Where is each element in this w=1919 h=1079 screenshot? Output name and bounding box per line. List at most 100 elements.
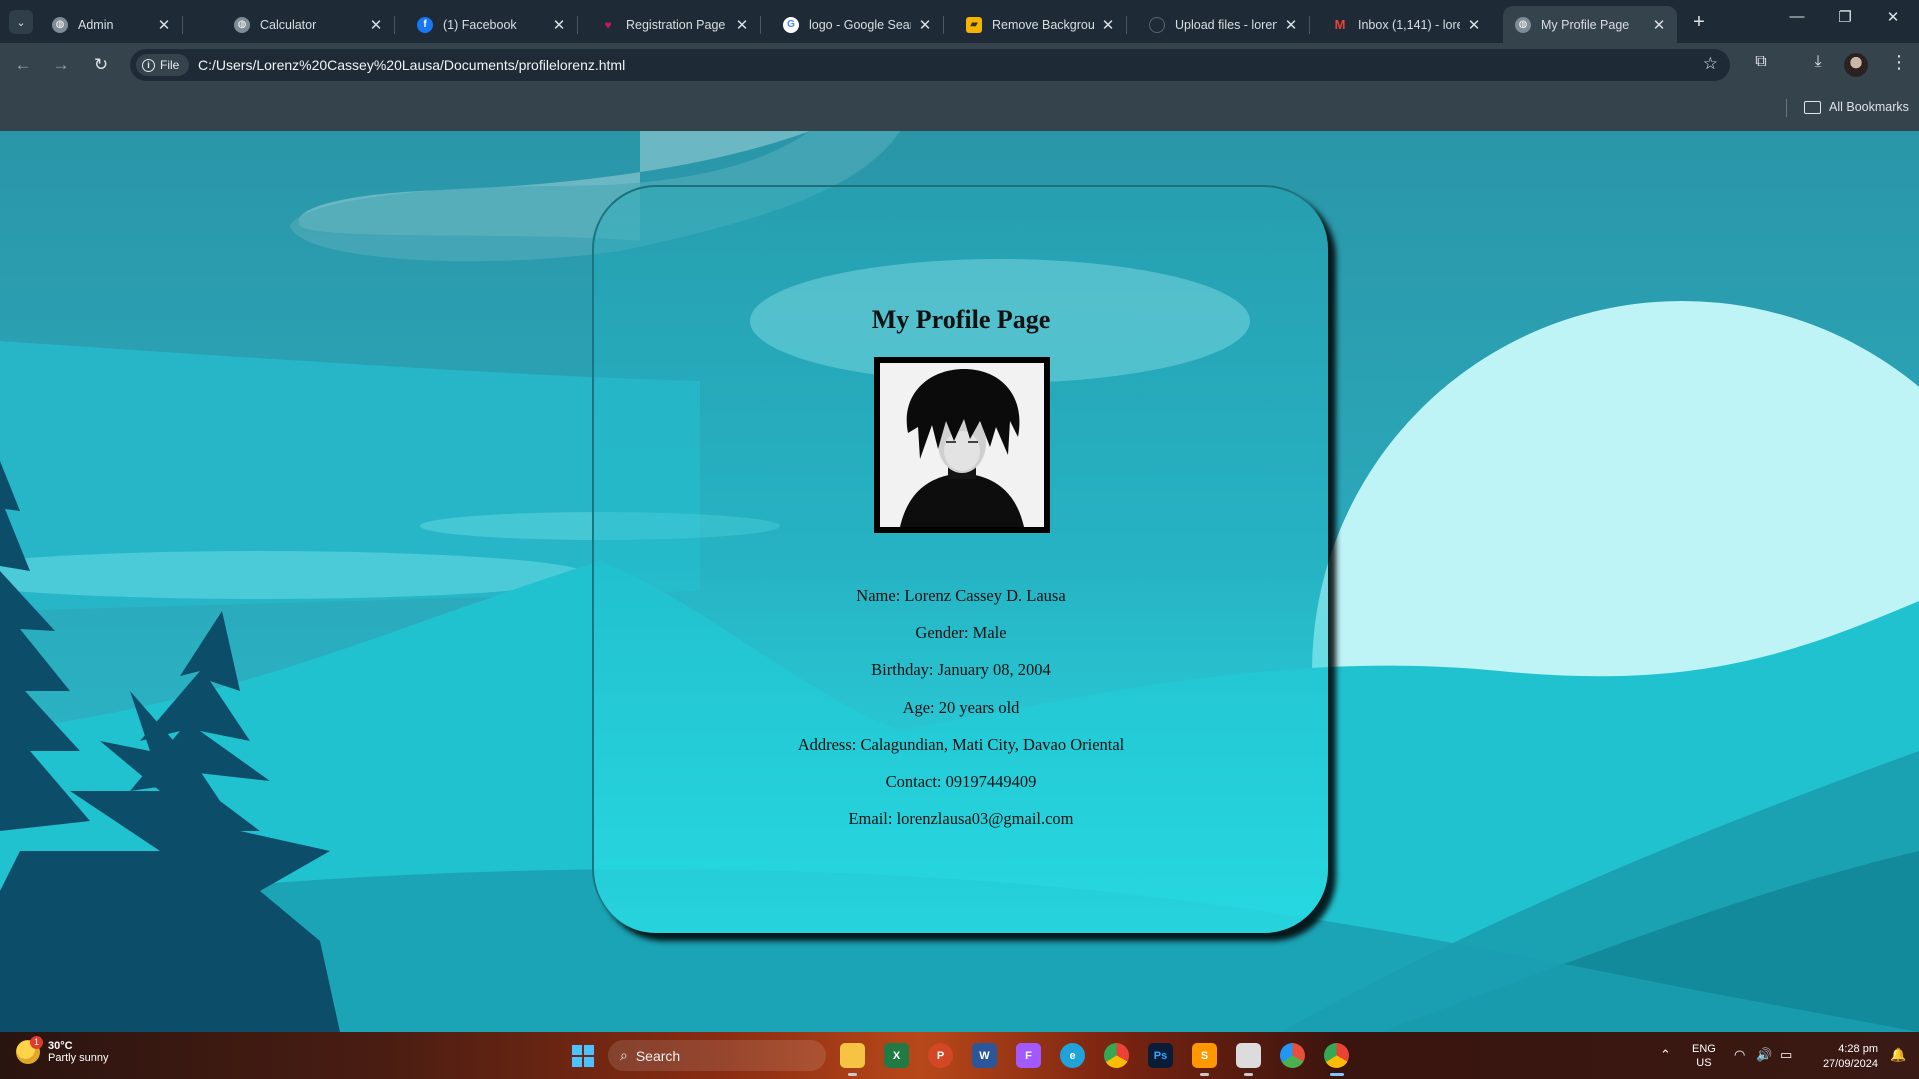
tab-title: Admin (78, 17, 114, 32)
tab-facebook[interactable]: f (1) Facebook ✕ (405, 6, 578, 43)
tab-search-button[interactable]: ⌄ (9, 10, 33, 34)
close-icon[interactable]: ✕ (1283, 16, 1299, 34)
chrome-icon[interactable] (1104, 1043, 1129, 1068)
github-icon (1149, 16, 1165, 33)
tab-registration[interactable]: ♥ Registration Page ✕ (588, 6, 761, 43)
clock-time: 4:28 pm (1838, 1043, 1878, 1055)
partly-sunny-icon: 1 (16, 1036, 43, 1064)
browser-toolbar: ← → ↻ i File C:/Users/Lorenz%20Cassey%20… (0, 43, 1919, 87)
profile-avatar[interactable] (1844, 53, 1868, 77)
avatar-illustration (880, 363, 1044, 527)
tab-title: Calculator (260, 17, 317, 32)
close-icon[interactable]: ✕ (1100, 16, 1116, 34)
profile-photo (874, 357, 1050, 533)
tab-calculator[interactable]: ◍ Calculator ✕ (222, 6, 395, 43)
close-icon[interactable]: ✕ (1466, 16, 1482, 34)
photoshop-icon[interactable]: Ps (1148, 1043, 1173, 1068)
profile-details: Name: Lorenz Cassey D. Lausa Gender: Mal… (594, 577, 1328, 837)
minimize-button[interactable]: — (1774, 8, 1820, 25)
heart-icon: ♥ (604, 17, 612, 32)
tab-google-search[interactable]: G logo - Google Search ✕ (771, 6, 944, 43)
new-tab-button[interactable]: + (1688, 11, 1710, 34)
bookmark-star-icon[interactable]: ☆ (1703, 54, 1718, 74)
google-icon: G (783, 16, 799, 33)
tab-title: logo - Google Search (809, 17, 911, 32)
tab-admin[interactable]: ◍ Admin ✕ (40, 6, 183, 43)
page-viewport: My Profile Page Name: Lorenz Cassey D. L… (0, 131, 1919, 1032)
page-title: My Profile Page (871, 305, 1051, 334)
tab-remove-background[interactable]: ▰ Remove Background ✕ (954, 6, 1127, 43)
globe-icon: ◍ (52, 16, 68, 33)
bookmarks-bar: All Bookmarks (0, 87, 1919, 131)
address-bar[interactable]: i File C:/Users/Lorenz%20Cassey%20Lausa/… (130, 49, 1730, 81)
app-cube-icon[interactable] (1236, 1043, 1261, 1076)
tab-title: Inbox (1,141) - lorenzlausa03@gmail.com (1358, 17, 1460, 32)
excel-icon[interactable]: X (884, 1043, 909, 1068)
sublime-icon[interactable]: S (1192, 1043, 1217, 1076)
powerpoint-icon[interactable]: P (928, 1043, 953, 1068)
tab-inbox[interactable]: M Inbox (1,141) - lorenzlausa03@gmail.co… (1320, 6, 1492, 43)
volume-icon[interactable]: 🔊 (1756, 1047, 1772, 1063)
globe-icon: ◍ (234, 16, 250, 33)
wifi-icon[interactable]: ◠ (1734, 1047, 1745, 1063)
tab-title: Registration Page (626, 17, 726, 32)
tab-my-profile-page[interactable]: ◍ My Profile Page ✕ (1503, 6, 1677, 43)
profile-age: Age: 20 years old (902, 697, 1020, 717)
clock[interactable]: 4:28 pm 27/09/2024 (1808, 1042, 1878, 1072)
start-button[interactable] (572, 1045, 594, 1067)
profile-email: Email: lorenzlausa03@gmail.com (848, 809, 1074, 829)
tab-title: My Profile Page (1541, 17, 1630, 32)
facebook-icon: f (417, 16, 433, 33)
weather-temp: 30°C (48, 1040, 73, 1052)
site-info-chip[interactable]: i File (136, 54, 190, 76)
battery-icon[interactable]: ▭ (1780, 1047, 1792, 1063)
forward-button[interactable]: → (50, 54, 72, 76)
figma-icon[interactable]: F (1016, 1043, 1041, 1068)
close-icon[interactable]: ✕ (734, 16, 750, 34)
file-explorer-icon[interactable] (840, 1043, 865, 1076)
downloads-icon[interactable]: ⤓ (1805, 49, 1831, 75)
windows-taskbar: 1 30°C Partly sunny ⌕ Search X P W F e P… (0, 1032, 1919, 1079)
close-icon[interactable]: ✕ (368, 16, 384, 34)
tab-title: Remove Background (992, 17, 1094, 32)
restore-button[interactable]: ❐ (1822, 8, 1868, 26)
close-window-button[interactable]: ✕ (1870, 8, 1916, 26)
search-icon: ⌕ (620, 1047, 628, 1063)
back-button[interactable]: ← (12, 54, 34, 76)
notification-bell-icon[interactable]: 🔔 (1890, 1047, 1906, 1063)
taskbar-search[interactable]: ⌕ Search (608, 1040, 826, 1071)
word-icon[interactable]: W (972, 1043, 997, 1068)
chrome-profile-icon[interactable] (1324, 1043, 1349, 1076)
chevron-down-icon: ⌄ (16, 16, 26, 29)
close-icon[interactable]: ✕ (156, 16, 172, 34)
chevron-up-icon[interactable]: ⌃ (1660, 1047, 1671, 1063)
tab-title: Upload files - lorenzlausa (1175, 17, 1277, 32)
close-icon[interactable]: ✕ (1651, 16, 1667, 34)
menu-icon[interactable]: ⋮ (1886, 49, 1912, 75)
notification-badge: 1 (30, 1036, 43, 1049)
extensions-icon[interactable]: ⧉ (1748, 49, 1774, 75)
tab-strip: ⌄ ◍ Admin ✕ ◍ Calculator ✕ f (1) Faceboo… (0, 0, 1919, 43)
all-bookmarks-label: All Bookmarks (1829, 100, 1909, 114)
search-placeholder: Search (635, 1047, 681, 1064)
tab-title: (1) Facebook (443, 17, 517, 32)
profile-name: Name: Lorenz Cassey D. Lausa (856, 586, 1066, 605)
reload-button[interactable]: ↻ (90, 54, 112, 76)
folder-icon (1804, 100, 1821, 114)
edge-icon[interactable]: e (1060, 1043, 1085, 1068)
clock-date: 27/09/2024 (1822, 1058, 1878, 1070)
language-code: ENG (1692, 1043, 1716, 1055)
davinci-icon[interactable] (1280, 1043, 1305, 1068)
language-indicator[interactable]: ENG US (1692, 1042, 1716, 1070)
profile-birthday: Birthday: January 08, 2004 (871, 660, 1051, 680)
profile-gender: Gender: Male (915, 623, 1007, 643)
all-bookmarks-button[interactable]: All Bookmarks (1804, 100, 1909, 114)
info-icon: i (142, 58, 155, 72)
weather-widget[interactable]: 1 30°C Partly sunny (16, 1036, 109, 1064)
tab-upload-files[interactable]: Upload files - lorenzlausa ✕ (1137, 6, 1310, 43)
close-icon[interactable]: ✕ (917, 16, 933, 34)
profile-card: My Profile Page Name: Lorenz Cassey D. L… (592, 185, 1328, 933)
close-icon[interactable]: ✕ (551, 16, 567, 34)
remove-bg-icon: ▰ (966, 16, 982, 33)
url-text[interactable]: C:/Users/Lorenz%20Cassey%20Lausa/Documen… (198, 57, 625, 73)
